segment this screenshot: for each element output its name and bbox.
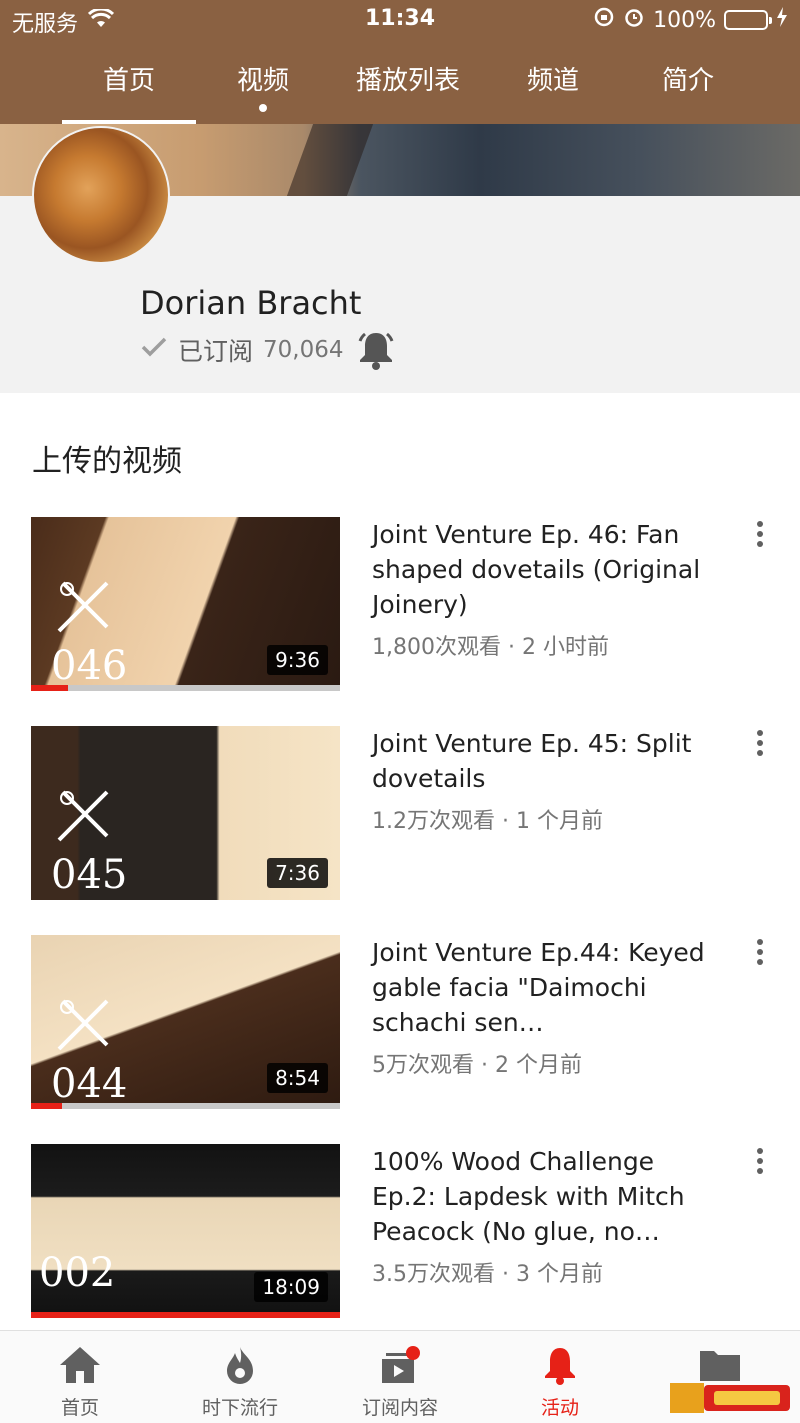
video-duration: 8:54 bbox=[267, 1063, 328, 1093]
subscriber-count: 70,064 bbox=[263, 337, 344, 363]
home-icon bbox=[60, 1347, 100, 1383]
tab-playlists[interactable]: 播放列表 bbox=[328, 58, 488, 124]
video-meta: 5万次观看 · 2 个月前 bbox=[372, 1053, 582, 1078]
watermark-logo bbox=[670, 1383, 790, 1413]
episode-number: 045 bbox=[51, 852, 128, 898]
tab-channels[interactable]: 频道 bbox=[488, 58, 618, 124]
video-duration: 7:36 bbox=[267, 858, 328, 888]
tab-about[interactable]: 简介 bbox=[618, 58, 758, 124]
episode-number: 044 bbox=[51, 1061, 128, 1107]
joint-venture-logo-icon bbox=[57, 581, 109, 633]
video-meta: 1,800次观看 · 2 小时前 bbox=[372, 635, 609, 660]
episode-number: 002 bbox=[39, 1250, 116, 1296]
nav-label: 时下流行 bbox=[201, 1397, 278, 1419]
uploads-section-title: 上传的视频 bbox=[32, 444, 182, 479]
nav-activity[interactable]: 活动 bbox=[480, 1331, 640, 1423]
tab-home[interactable]: 首页 bbox=[60, 58, 198, 124]
more-options-icon[interactable] bbox=[748, 939, 772, 969]
nav-label: 订阅内容 bbox=[361, 1397, 438, 1419]
new-indicator-dot bbox=[259, 104, 267, 112]
checkmark-icon bbox=[140, 335, 168, 365]
video-thumbnail[interactable]: 045 7:36 bbox=[31, 726, 340, 900]
alarm-icon bbox=[623, 6, 645, 34]
tab-label: 简介 bbox=[661, 66, 714, 96]
channel-avatar[interactable] bbox=[32, 126, 170, 264]
channel-tabs: 首页 视频 播放列表 频道 简介 bbox=[60, 58, 800, 124]
nav-home[interactable]: 首页 bbox=[0, 1331, 160, 1423]
watch-progress bbox=[31, 1312, 340, 1318]
app-header: 无服务 11:34 100% 首页 视频 播放列表 频道 简介 bbox=[0, 0, 800, 124]
video-title[interactable]: Joint Venture Ep. 46: Fan shaped dovetai… bbox=[372, 517, 712, 622]
nav-label: 首页 bbox=[60, 1397, 99, 1419]
status-bar: 无服务 11:34 100% bbox=[0, 0, 800, 42]
bottom-navigation: 首页 时下流行 订阅内容 活动 bbox=[0, 1330, 800, 1423]
charging-icon bbox=[776, 7, 788, 33]
video-duration: 18:09 bbox=[254, 1272, 328, 1302]
video-duration: 9:36 bbox=[267, 645, 328, 675]
video-meta: 1.2万次观看 · 1 个月前 bbox=[372, 809, 603, 834]
more-options-icon[interactable] bbox=[748, 521, 772, 551]
battery-icon bbox=[724, 10, 772, 30]
subscriptions-icon bbox=[382, 1346, 420, 1383]
tab-label: 首页 bbox=[102, 66, 155, 96]
channel-name: Dorian Bracht bbox=[140, 284, 362, 322]
more-options-icon[interactable] bbox=[748, 730, 772, 760]
tab-label: 播放列表 bbox=[355, 66, 460, 96]
activity-bell-icon bbox=[545, 1348, 575, 1385]
watch-progress bbox=[31, 685, 340, 691]
tab-videos[interactable]: 视频 bbox=[198, 58, 328, 124]
video-item[interactable]: 044 8:54 Joint Venture Ep.44: Keyed gabl… bbox=[0, 935, 800, 1125]
video-thumbnail[interactable]: 046 9:36 bbox=[31, 517, 340, 691]
video-title[interactable]: Joint Venture Ep. 45: Split dovetails bbox=[372, 726, 712, 796]
tab-label: 频道 bbox=[526, 66, 579, 96]
video-title[interactable]: 100% Wood Challenge Ep.2: Lapdesk with M… bbox=[372, 1144, 712, 1249]
joint-venture-logo-icon bbox=[57, 999, 109, 1051]
more-options-icon[interactable] bbox=[748, 1148, 772, 1178]
video-item[interactable]: 046 9:36 Joint Venture Ep. 46: Fan shape… bbox=[0, 517, 800, 707]
video-item[interactable]: 002 18:09 100% Wood Challenge Ep.2: Lapd… bbox=[0, 1144, 800, 1334]
joint-venture-logo-icon bbox=[57, 790, 109, 842]
tab-label: 视频 bbox=[236, 66, 289, 96]
video-title[interactable]: Joint Venture Ep.44: Keyed gable facia "… bbox=[372, 935, 712, 1040]
episode-number: 046 bbox=[51, 643, 128, 689]
notification-bell-icon[interactable] bbox=[354, 329, 398, 371]
subscription-row: 已订阅 70,064 bbox=[140, 330, 398, 370]
video-thumbnail[interactable]: 044 8:54 bbox=[31, 935, 340, 1109]
rotation-lock-icon bbox=[593, 6, 615, 34]
video-item[interactable]: 045 7:36 Joint Venture Ep. 45: Split dov… bbox=[0, 726, 800, 916]
nav-label: 活动 bbox=[540, 1397, 579, 1419]
watch-progress bbox=[31, 1103, 340, 1109]
battery-percent: 100% bbox=[653, 7, 716, 33]
trending-icon bbox=[227, 1347, 253, 1384]
nav-subscriptions[interactable]: 订阅内容 bbox=[320, 1331, 480, 1423]
video-thumbnail[interactable]: 002 18:09 bbox=[31, 1144, 340, 1318]
subscribed-button[interactable]: 已订阅 bbox=[178, 332, 253, 368]
video-meta: 3.5万次观看 · 3 个月前 bbox=[372, 1262, 603, 1287]
nav-trending[interactable]: 时下流行 bbox=[160, 1331, 320, 1423]
